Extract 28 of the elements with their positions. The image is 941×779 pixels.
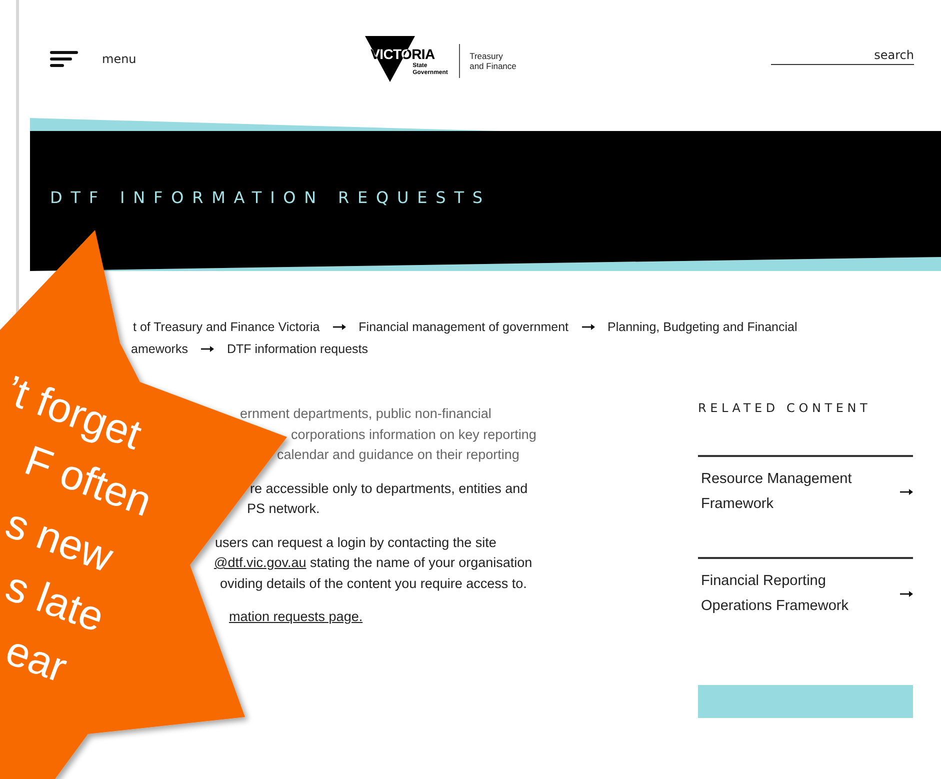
department-name: Treasury and Finance [458, 44, 516, 78]
arrow-icon [900, 591, 913, 597]
body-text: PS network. [247, 501, 320, 516]
arrow-icon [582, 324, 595, 330]
arrow-icon [900, 489, 913, 495]
callout-text: ear [0, 626, 74, 692]
breadcrumb-link[interactable]: Planning, Budgeting and Financial [608, 316, 798, 338]
menu-label[interactable]: menu [102, 52, 136, 66]
menu-icon[interactable] [50, 51, 78, 67]
breadcrumb-link[interactable]: Financial management of government [358, 316, 569, 338]
page-title: DTF INFORMATION REQUESTS [50, 188, 491, 206]
body-text: users can request a login by contacting the site [215, 534, 496, 550]
body-text: corporations information on key reporting [291, 426, 536, 442]
text-link[interactable]: @dtf.vic.gov.au [214, 555, 306, 570]
arrow-icon [200, 346, 214, 352]
text-link[interactable]: mation requests page. [229, 609, 363, 624]
related-heading: RELATED CONTENT [698, 401, 872, 415]
breadcrumb-link[interactable]: t of Treasury and Finance Victoria [133, 316, 320, 338]
arrow-icon [332, 324, 346, 330]
body-text: ernment departments, public non-financial [240, 406, 492, 421]
breadcrumb-link[interactable]: ameworks [131, 338, 188, 360]
breadcrumb-link[interactable]: DTF information requests [226, 338, 368, 360]
related-link[interactable]: Resource Management Framework [698, 455, 913, 545]
body-text: stating the name of your organisation [309, 555, 532, 570]
body-text: oviding details of the content you require access to. [220, 576, 527, 590]
body-text: calendar and guidance on their reporting [277, 447, 520, 462]
related-link[interactable]: Financial Reporting Operations Framework [698, 557, 913, 647]
body-text: re accessible only to departments, entities and [250, 480, 528, 496]
